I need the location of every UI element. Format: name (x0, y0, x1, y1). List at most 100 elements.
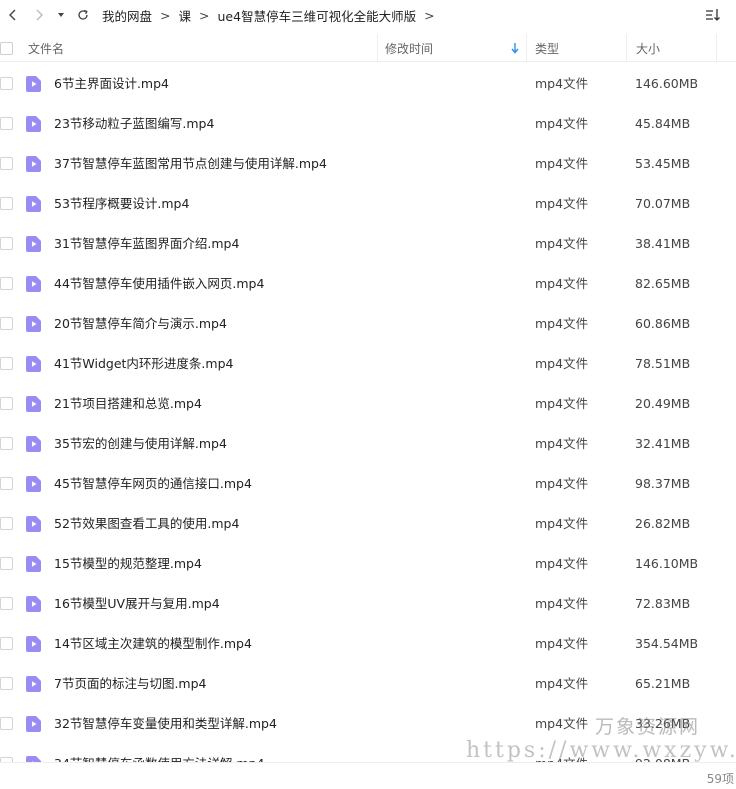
file-name[interactable]: 35节宏的创建与使用详解.mp4 (54, 424, 227, 464)
column-modified[interactable]: 修改时间 (377, 34, 526, 62)
file-type: mp4文件 (535, 676, 589, 691)
file-name[interactable]: 37节智慧停车蓝图常用节点创建与使用详解.mp4 (54, 144, 327, 184)
file-row[interactable]: 31节智慧停车蓝图界面介绍.mp4 mp4文件 38.41MB (0, 224, 736, 264)
row-checkbox[interactable] (0, 637, 13, 650)
select-all-checkbox[interactable] (0, 41, 13, 55)
back-button[interactable] (0, 0, 26, 30)
row-checkbox[interactable] (0, 397, 13, 410)
breadcrumb-item-current[interactable]: ue4智慧停车三维可视化全能大师版 (218, 6, 417, 25)
file-name[interactable]: 44节智慧停车使用插件嵌入网页.mp4 (54, 264, 264, 304)
column-name-label: 文件名 (28, 41, 65, 56)
file-type: mp4文件 (535, 76, 589, 91)
column-type[interactable]: 类型 (526, 34, 626, 62)
file-name[interactable]: 52节效果图查看工具的使用.mp4 (54, 504, 239, 544)
video-file-icon (26, 476, 41, 492)
column-name[interactable]: 文件名 (28, 34, 376, 62)
refresh-button[interactable] (70, 0, 96, 30)
file-size: 33.26MB (635, 716, 691, 731)
file-row[interactable]: 6节主界面设计.mp4 mp4文件 146.60MB (0, 64, 736, 104)
column-size[interactable]: 大小 (626, 34, 716, 62)
file-size: 26.82MB (635, 516, 691, 531)
status-bar: 59项 (0, 762, 736, 789)
file-name[interactable]: 34节智慧停车函数使用方法详解.mp4 (54, 744, 264, 762)
chevron-left-icon (9, 9, 16, 21)
file-row[interactable]: 45节智慧停车网页的通信接口.mp4 mp4文件 98.37MB (0, 464, 736, 504)
file-name[interactable]: 53节程序概要设计.mp4 (54, 184, 189, 224)
row-checkbox[interactable] (0, 317, 13, 330)
file-name[interactable]: 20节智慧停车简介与演示.mp4 (54, 304, 227, 344)
file-row[interactable]: 21节项目搭建和总览.mp4 mp4文件 20.49MB (0, 384, 736, 424)
row-checkbox[interactable] (0, 437, 13, 450)
file-type: mp4文件 (535, 196, 589, 211)
row-checkbox[interactable] (0, 117, 13, 130)
top-nav-bar: 我的网盘 > 课 > ue4智慧停车三维可视化全能大师版 > (0, 0, 736, 30)
file-name[interactable]: 32节智慧停车变量使用和类型详解.mp4 (54, 704, 277, 744)
video-file-icon (26, 396, 41, 412)
file-row[interactable]: 53节程序概要设计.mp4 mp4文件 70.07MB (0, 184, 736, 224)
file-type: mp4文件 (535, 716, 589, 731)
file-row[interactable]: 41节Widget内环形进度条.mp4 mp4文件 78.51MB (0, 344, 736, 384)
file-type: mp4文件 (535, 396, 589, 411)
sort-button[interactable] (704, 6, 722, 24)
row-checkbox[interactable] (0, 477, 13, 490)
breadcrumb-item-course[interactable]: 课 (179, 6, 192, 25)
video-file-icon (26, 676, 41, 692)
file-name[interactable]: 6节主界面设计.mp4 (54, 64, 169, 104)
sort-icon (706, 9, 720, 21)
file-name[interactable]: 31节智慧停车蓝图界面介绍.mp4 (54, 224, 239, 264)
row-checkbox[interactable] (0, 277, 13, 290)
file-row[interactable]: 44节智慧停车使用插件嵌入网页.mp4 mp4文件 82.65MB (0, 264, 736, 304)
video-file-icon (26, 556, 41, 572)
file-row[interactable]: 34节智慧停车函数使用方法详解.mp4 mp4文件 92.08MB (0, 744, 736, 762)
file-size: 98.37MB (635, 476, 691, 491)
file-name[interactable]: 45节智慧停车网页的通信接口.mp4 (54, 464, 252, 504)
video-file-icon (26, 436, 41, 452)
row-checkbox[interactable] (0, 157, 13, 170)
file-type: mp4文件 (535, 596, 589, 611)
row-checkbox[interactable] (0, 237, 13, 250)
file-row[interactable]: 7节页面的标注与切图.mp4 mp4文件 65.21MB (0, 664, 736, 704)
file-row[interactable]: 20节智慧停车简介与演示.mp4 mp4文件 60.86MB (0, 304, 736, 344)
video-file-icon (26, 356, 41, 372)
file-row[interactable]: 23节移动粒子蓝图编写.mp4 mp4文件 45.84MB (0, 104, 736, 144)
file-type: mp4文件 (535, 476, 589, 491)
row-checkbox[interactable] (0, 597, 13, 610)
file-row[interactable]: 52节效果图查看工具的使用.mp4 mp4文件 26.82MB (0, 504, 736, 544)
file-row[interactable]: 32节智慧停车变量使用和类型详解.mp4 mp4文件 33.26MB (0, 704, 736, 744)
file-name[interactable]: 21节项目搭建和总览.mp4 (54, 384, 202, 424)
file-row[interactable]: 15节模型的规范整理.mp4 mp4文件 146.10MB (0, 544, 736, 584)
row-checkbox[interactable] (0, 517, 13, 530)
video-file-icon (26, 116, 41, 132)
file-row[interactable]: 37节智慧停车蓝图常用节点创建与使用详解.mp4 mp4文件 53.45MB (0, 144, 736, 184)
breadcrumb-item-home[interactable]: 我的网盘 (102, 6, 152, 25)
file-row[interactable]: 35节宏的创建与使用详解.mp4 mp4文件 32.41MB (0, 424, 736, 464)
file-list: 6节主界面设计.mp4 mp4文件 146.60MB 23节移动粒子蓝图编写.mp4 m… (0, 64, 736, 762)
file-name[interactable]: 7节页面的标注与切图.mp4 (54, 664, 207, 704)
row-checkbox[interactable] (0, 197, 13, 210)
file-row[interactable]: 14节区域主次建筑的模型制作.mp4 mp4文件 354.54MB (0, 624, 736, 664)
file-size: 60.86MB (635, 316, 691, 331)
file-size: 82.65MB (635, 276, 691, 291)
file-type: mp4文件 (535, 276, 589, 291)
file-name[interactable]: 15节模型的规范整理.mp4 (54, 544, 202, 584)
file-name[interactable]: 23节移动粒子蓝图编写.mp4 (54, 104, 214, 144)
row-checkbox[interactable] (0, 77, 13, 90)
file-size: 53.45MB (635, 156, 691, 171)
video-file-icon (26, 516, 41, 532)
file-name[interactable]: 41节Widget内环形进度条.mp4 (54, 344, 233, 384)
video-file-icon (26, 236, 41, 252)
row-checkbox[interactable] (0, 717, 13, 730)
breadcrumb-separator: > (424, 7, 435, 23)
file-name[interactable]: 16节模型UV展开与复用.mp4 (54, 584, 220, 624)
file-type: mp4文件 (535, 636, 589, 651)
file-type: mp4文件 (535, 744, 588, 762)
file-type: mp4文件 (535, 116, 589, 131)
file-row[interactable]: 16节模型UV展开与复用.mp4 mp4文件 72.83MB (0, 584, 736, 624)
forward-button[interactable] (26, 0, 52, 30)
row-checkbox[interactable] (0, 557, 13, 570)
file-name[interactable]: 14节区域主次建筑的模型制作.mp4 (54, 624, 252, 664)
row-checkbox[interactable] (0, 357, 13, 370)
file-type: mp4文件 (535, 556, 589, 571)
history-dropdown-button[interactable] (52, 0, 70, 30)
row-checkbox[interactable] (0, 677, 13, 690)
